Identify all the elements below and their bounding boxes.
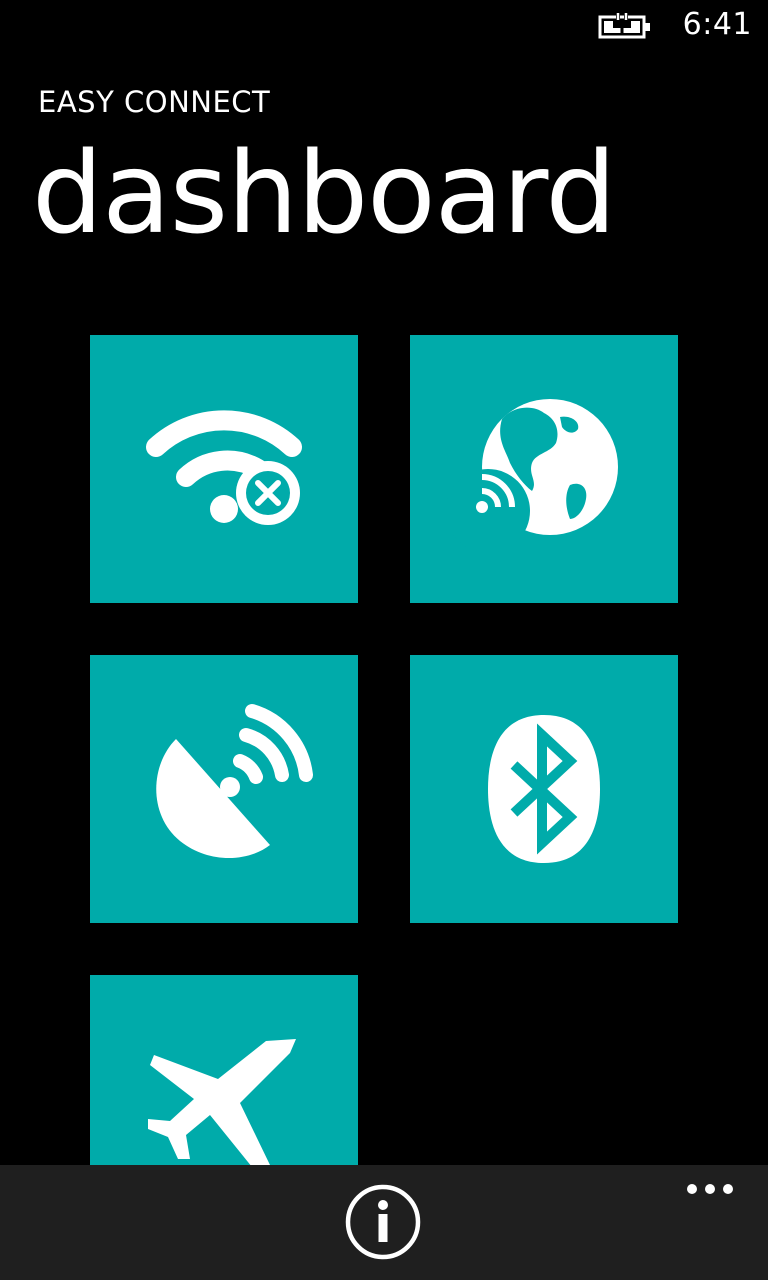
- info-icon[interactable]: [344, 1183, 422, 1261]
- satellite-dish-icon: [156, 704, 313, 858]
- cellular-tile[interactable]: [90, 655, 358, 923]
- wifi-tile[interactable]: [90, 335, 358, 603]
- internet-tile[interactable]: [410, 335, 678, 603]
- ellipsis-icon[interactable]: [680, 1175, 740, 1205]
- page-title: dashboard: [32, 129, 616, 259]
- status-bar: 6:41: [0, 0, 768, 50]
- bluetooth-tile[interactable]: [410, 655, 678, 923]
- battery-charging-icon: [598, 13, 650, 39]
- wifi-off-icon: [146, 410, 302, 525]
- screen: 6:41 EASY CONNECT dashboard: [0, 0, 768, 1280]
- app-title: EASY CONNECT: [38, 85, 271, 119]
- status-clock: 6:41: [682, 7, 752, 42]
- globe-signal-icon: [446, 399, 618, 553]
- app-bar: [0, 1165, 768, 1280]
- bluetooth-icon: [488, 715, 600, 863]
